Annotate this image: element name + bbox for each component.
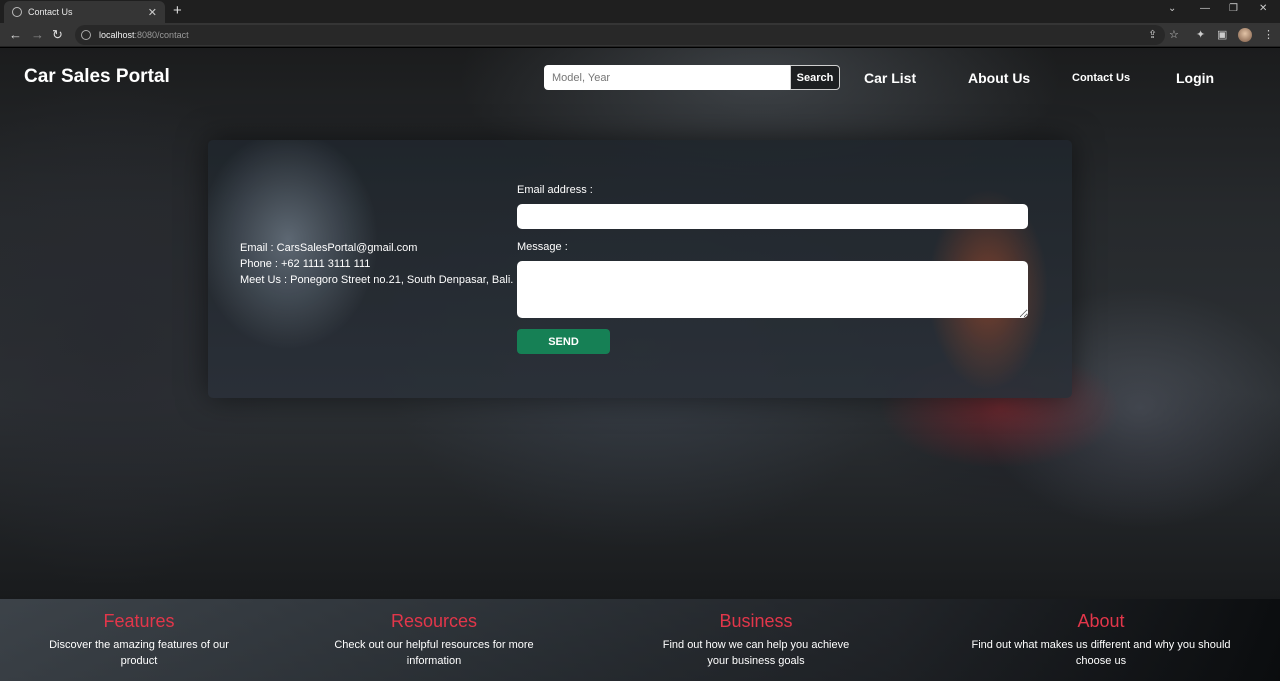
message-field[interactable] bbox=[517, 261, 1028, 318]
url-path: :8080/contact bbox=[134, 30, 189, 40]
contact-phone: Phone : +62 1111 3111 111 bbox=[240, 258, 371, 270]
browser-tab[interactable]: Contact Us ✕ bbox=[4, 1, 165, 23]
minimize-icon[interactable]: — bbox=[1200, 3, 1210, 14]
address-bar[interactable]: localhost :8080/contact bbox=[75, 25, 1165, 45]
tab-title: Contact Us bbox=[28, 7, 73, 17]
footer-text: Find out what makes us different and why… bbox=[971, 639, 1231, 667]
footer-text: Find out how we can help you achieve you… bbox=[662, 639, 850, 667]
footer-column-features: Features Discover the amazing features o… bbox=[0, 611, 289, 669]
plus-icon[interactable]: + bbox=[173, 2, 182, 19]
search-button[interactable]: Search bbox=[790, 65, 840, 90]
footer: Features Discover the amazing features o… bbox=[0, 599, 1280, 681]
window-close-icon[interactable]: ✕ bbox=[1259, 3, 1267, 14]
restore-icon[interactable]: ❐ bbox=[1229, 3, 1238, 14]
footer-title[interactable]: About bbox=[951, 611, 1251, 632]
footer-title[interactable]: Features bbox=[0, 611, 289, 632]
contact-address: Meet Us : Ponegoro Street no.21, South D… bbox=[240, 274, 514, 286]
footer-column-resources: Resources Check out our helpful resource… bbox=[284, 611, 584, 669]
share-icon[interactable]: ⇪ bbox=[1148, 28, 1157, 41]
avatar[interactable] bbox=[1238, 28, 1252, 42]
footer-title[interactable]: Business bbox=[606, 611, 906, 632]
reload-icon[interactable]: ↻ bbox=[52, 27, 63, 43]
nav-about-us[interactable]: About Us bbox=[968, 70, 1030, 86]
footer-text: Check out our helpful resources for more… bbox=[334, 639, 534, 667]
forward-icon[interactable]: → bbox=[31, 27, 44, 42]
extensions-icon[interactable]: ✦ bbox=[1196, 28, 1205, 41]
footer-column-about: About Find out what makes us different a… bbox=[951, 611, 1251, 669]
star-icon[interactable]: ☆ bbox=[1169, 28, 1179, 41]
url-host: localhost bbox=[99, 30, 135, 40]
message-label: Message : bbox=[517, 241, 568, 253]
nav-car-list[interactable]: Car List bbox=[864, 70, 916, 86]
brand-logo[interactable]: Car Sales Portal bbox=[24, 66, 170, 88]
page-background: Car Sales Portal Search Car List About U… bbox=[0, 48, 1280, 681]
footer-text: Discover the amazing features of our pro… bbox=[49, 639, 229, 667]
nav-contact-us[interactable]: Contact Us bbox=[1072, 72, 1130, 84]
browser-tab-bar: Contact Us ✕ + ⌄ — ❐ ✕ bbox=[0, 0, 1280, 23]
contact-panel: Email : CarsSalesPortal@gmail.com Phone … bbox=[208, 140, 1072, 398]
footer-column-business: Business Find out how we can help you ac… bbox=[606, 611, 906, 669]
footer-title[interactable]: Resources bbox=[284, 611, 584, 632]
globe-icon bbox=[12, 7, 22, 17]
menu-icon[interactable]: ⋮ bbox=[1263, 28, 1274, 41]
contact-info: Email : CarsSalesPortal@gmail.com Phone … bbox=[240, 240, 513, 288]
close-icon[interactable]: ✕ bbox=[148, 6, 157, 19]
browser-toolbar: ← → ↻ localhost :8080/contact ⇪ ☆ ✦ ▣ ⋮ bbox=[0, 23, 1280, 47]
email-label: Email address : bbox=[517, 184, 593, 196]
contact-email: Email : CarsSalesPortal@gmail.com bbox=[240, 242, 418, 254]
email-field[interactable] bbox=[517, 204, 1028, 229]
back-icon[interactable]: ← bbox=[9, 27, 22, 42]
send-button[interactable]: SEND bbox=[517, 329, 610, 354]
info-icon[interactable] bbox=[81, 30, 91, 40]
chevron-down-icon[interactable]: ⌄ bbox=[1168, 3, 1176, 14]
search-form: Search bbox=[544, 65, 840, 90]
nav-login[interactable]: Login bbox=[1176, 70, 1214, 86]
search-input[interactable] bbox=[544, 65, 790, 90]
sidepanel-icon[interactable]: ▣ bbox=[1217, 28, 1227, 41]
